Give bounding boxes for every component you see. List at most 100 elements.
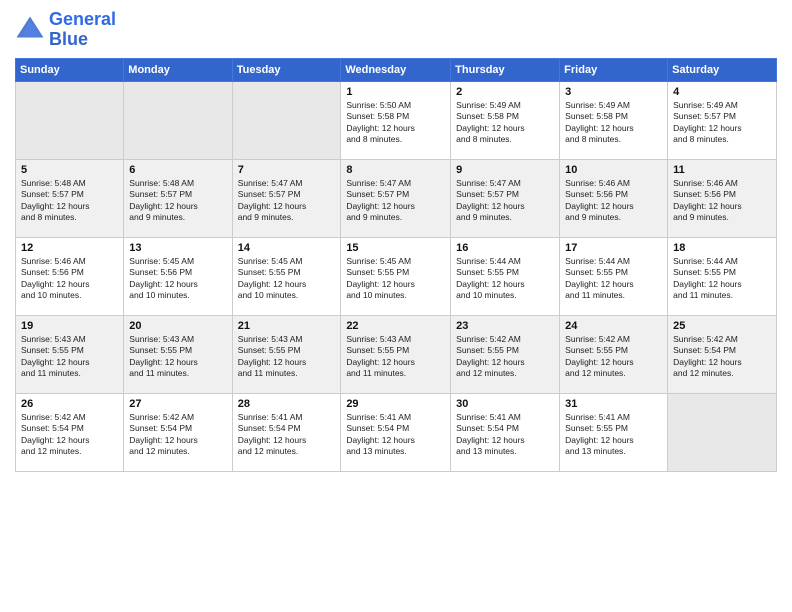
- header: GeneralBlue: [15, 10, 777, 50]
- day-info: Sunrise: 5:49 AM Sunset: 5:58 PM Dayligh…: [456, 100, 554, 146]
- day-cell: 25Sunrise: 5:42 AM Sunset: 5:54 PM Dayli…: [668, 315, 777, 393]
- day-number: 14: [238, 242, 336, 254]
- day-cell: [232, 81, 341, 159]
- day-cell: [16, 81, 124, 159]
- day-cell: [124, 81, 232, 159]
- day-info: Sunrise: 5:41 AM Sunset: 5:54 PM Dayligh…: [346, 412, 445, 458]
- weekday-header-tuesday: Tuesday: [232, 58, 341, 81]
- weekday-header-friday: Friday: [560, 58, 668, 81]
- day-info: Sunrise: 5:45 AM Sunset: 5:56 PM Dayligh…: [129, 256, 226, 302]
- day-number: 11: [673, 164, 771, 176]
- day-info: Sunrise: 5:47 AM Sunset: 5:57 PM Dayligh…: [456, 178, 554, 224]
- day-cell: 17 Sunrise: 5:44 AM Sunset: 5:55 PM Dayli…: [560, 237, 668, 315]
- day-cell: 10 Sunrise: 5:46 AM Sunset: 5:56 PM Dayli…: [560, 159, 668, 237]
- day-cell: 4Sunrise: 5:49 AM Sunset: 5:57 PM Daylig…: [668, 81, 777, 159]
- day-cell: 21Sunrise: 5:43 AM Sunset: 5:55 PM Dayli…: [232, 315, 341, 393]
- calendar-table: SundayMondayTuesdayWednesdayThursdayFrid…: [15, 58, 777, 472]
- day-cell: 12 Sunrise: 5:46 AM Sunset: 5:56 PM Dayli…: [16, 237, 124, 315]
- day-info: Sunrise: 5:48 AM Sunset: 5:57 PM Dayligh…: [129, 178, 226, 224]
- day-info: Sunrise: 5:46 AM Sunset: 5:56 PM Dayligh…: [673, 178, 771, 224]
- day-cell: 8 Sunrise: 5:47 AM Sunset: 5:57 PM Daylig…: [341, 159, 451, 237]
- day-number: 6: [129, 164, 226, 176]
- day-number: 8: [346, 164, 445, 176]
- day-cell: 13 Sunrise: 5:45 AM Sunset: 5:56 PM Dayli…: [124, 237, 232, 315]
- day-info: Sunrise: 5:45 AM Sunset: 5:55 PM Dayligh…: [346, 256, 445, 302]
- day-cell: 30 Sunrise: 5:41 AM Sunset: 5:54 PM Dayli…: [451, 393, 560, 471]
- day-number: 30: [456, 398, 554, 410]
- day-cell: 6 Sunrise: 5:48 AM Sunset: 5:57 PM Daylig…: [124, 159, 232, 237]
- day-info: Sunrise: 5:47 AM Sunset: 5:57 PM Dayligh…: [346, 178, 445, 224]
- day-cell: 31Sunrise: 5:41 AM Sunset: 5:55 PM Dayli…: [560, 393, 668, 471]
- day-info: Sunrise: 5:50 AM Sunset: 5:58 PM Dayligh…: [346, 100, 445, 146]
- day-number: 16: [456, 242, 554, 254]
- day-cell: 16 Sunrise: 5:44 AM Sunset: 5:55 PM Dayli…: [451, 237, 560, 315]
- day-cell: 28 Sunrise: 5:41 AM Sunset: 5:54 PM Dayli…: [232, 393, 341, 471]
- day-info: Sunrise: 5:47 AM Sunset: 5:57 PM Dayligh…: [238, 178, 336, 224]
- weekday-header-monday: Monday: [124, 58, 232, 81]
- day-cell: 1Sunrise: 5:50 AM Sunset: 5:58 PM Daylig…: [341, 81, 451, 159]
- day-cell: 3Sunrise: 5:49 AM Sunset: 5:58 PM Daylig…: [560, 81, 668, 159]
- day-info: Sunrise: 5:41 AM Sunset: 5:54 PM Dayligh…: [238, 412, 336, 458]
- day-info: Sunrise: 5:48 AM Sunset: 5:57 PM Dayligh…: [21, 178, 118, 224]
- day-cell: 2 Sunrise: 5:49 AM Sunset: 5:58 PM Daylig…: [451, 81, 560, 159]
- day-info: Sunrise: 5:49 AM Sunset: 5:58 PM Dayligh…: [565, 100, 662, 146]
- day-cell: 27 Sunrise: 5:42 AM Sunset: 5:54 PM Dayli…: [124, 393, 232, 471]
- day-info: Sunrise: 5:46 AM Sunset: 5:56 PM Dayligh…: [21, 256, 118, 302]
- weekday-header-sunday: Sunday: [16, 58, 124, 81]
- day-number: 13: [129, 242, 226, 254]
- day-info: Sunrise: 5:44 AM Sunset: 5:55 PM Dayligh…: [565, 256, 662, 302]
- day-number: 27: [129, 398, 226, 410]
- day-cell: 18Sunrise: 5:44 AM Sunset: 5:55 PM Dayli…: [668, 237, 777, 315]
- day-info: Sunrise: 5:42 AM Sunset: 5:55 PM Dayligh…: [456, 334, 554, 380]
- weekday-header-thursday: Thursday: [451, 58, 560, 81]
- day-cell: 9 Sunrise: 5:47 AM Sunset: 5:57 PM Daylig…: [451, 159, 560, 237]
- day-number: 20: [129, 320, 226, 332]
- day-cell: [668, 393, 777, 471]
- week-row-2: 5 Sunrise: 5:48 AM Sunset: 5:57 PM Daylig…: [16, 159, 777, 237]
- day-info: Sunrise: 5:42 AM Sunset: 5:54 PM Dayligh…: [129, 412, 226, 458]
- day-number: 12: [21, 242, 118, 254]
- day-cell: 20 Sunrise: 5:43 AM Sunset: 5:55 PM Dayli…: [124, 315, 232, 393]
- day-info: Sunrise: 5:41 AM Sunset: 5:54 PM Dayligh…: [456, 412, 554, 458]
- day-cell: 23 Sunrise: 5:42 AM Sunset: 5:55 PM Dayli…: [451, 315, 560, 393]
- day-cell: 5 Sunrise: 5:48 AM Sunset: 5:57 PM Daylig…: [16, 159, 124, 237]
- day-number: 7: [238, 164, 336, 176]
- logo-text: GeneralBlue: [49, 10, 116, 50]
- day-number: 15: [346, 242, 445, 254]
- day-info: Sunrise: 5:49 AM Sunset: 5:57 PM Dayligh…: [673, 100, 771, 146]
- day-info: Sunrise: 5:44 AM Sunset: 5:55 PM Dayligh…: [456, 256, 554, 302]
- day-number: 9: [456, 164, 554, 176]
- day-number: 25: [673, 320, 771, 332]
- day-number: 18: [673, 242, 771, 254]
- week-row-4: 19Sunrise: 5:43 AM Sunset: 5:55 PM Dayli…: [16, 315, 777, 393]
- day-number: 5: [21, 164, 118, 176]
- logo: GeneralBlue: [15, 10, 116, 50]
- weekday-header-wednesday: Wednesday: [341, 58, 451, 81]
- day-number: 2: [456, 86, 554, 98]
- day-info: Sunrise: 5:45 AM Sunset: 5:55 PM Dayligh…: [238, 256, 336, 302]
- day-info: Sunrise: 5:42 AM Sunset: 5:55 PM Dayligh…: [565, 334, 662, 380]
- day-cell: 19Sunrise: 5:43 AM Sunset: 5:55 PM Dayli…: [16, 315, 124, 393]
- day-info: Sunrise: 5:41 AM Sunset: 5:55 PM Dayligh…: [565, 412, 662, 458]
- day-info: Sunrise: 5:43 AM Sunset: 5:55 PM Dayligh…: [129, 334, 226, 380]
- day-number: 17: [565, 242, 662, 254]
- day-cell: 15 Sunrise: 5:45 AM Sunset: 5:55 PM Dayli…: [341, 237, 451, 315]
- day-cell: 22 Sunrise: 5:43 AM Sunset: 5:55 PM Dayli…: [341, 315, 451, 393]
- day-cell: 29Sunrise: 5:41 AM Sunset: 5:54 PM Dayli…: [341, 393, 451, 471]
- week-row-3: 12 Sunrise: 5:46 AM Sunset: 5:56 PM Dayli…: [16, 237, 777, 315]
- day-number: 28: [238, 398, 336, 410]
- day-info: Sunrise: 5:46 AM Sunset: 5:56 PM Dayligh…: [565, 178, 662, 224]
- day-info: Sunrise: 5:43 AM Sunset: 5:55 PM Dayligh…: [346, 334, 445, 380]
- week-row-5: 26Sunrise: 5:42 AM Sunset: 5:54 PM Dayli…: [16, 393, 777, 471]
- day-number: 22: [346, 320, 445, 332]
- weekday-header-row: SundayMondayTuesdayWednesdayThursdayFrid…: [16, 58, 777, 81]
- day-cell: 14 Sunrise: 5:45 AM Sunset: 5:55 PM Dayli…: [232, 237, 341, 315]
- day-info: Sunrise: 5:42 AM Sunset: 5:54 PM Dayligh…: [21, 412, 118, 458]
- day-info: Sunrise: 5:43 AM Sunset: 5:55 PM Dayligh…: [21, 334, 118, 380]
- week-row-1: 1Sunrise: 5:50 AM Sunset: 5:58 PM Daylig…: [16, 81, 777, 159]
- day-number: 10: [565, 164, 662, 176]
- day-number: 23: [456, 320, 554, 332]
- day-info: Sunrise: 5:43 AM Sunset: 5:55 PM Dayligh…: [238, 334, 336, 380]
- day-cell: 11 Sunrise: 5:46 AM Sunset: 5:56 PM Dayli…: [668, 159, 777, 237]
- day-cell: 24Sunrise: 5:42 AM Sunset: 5:55 PM Dayli…: [560, 315, 668, 393]
